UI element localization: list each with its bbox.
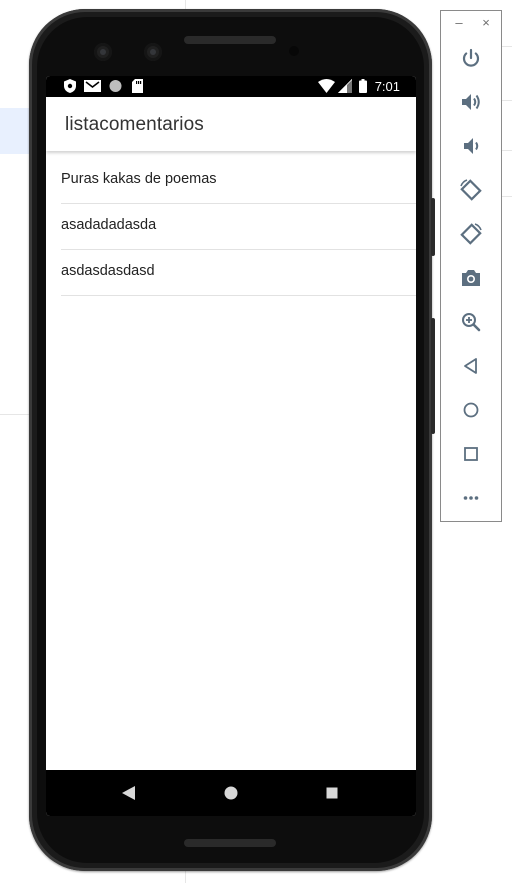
rotate-right-icon[interactable] <box>458 221 484 247</box>
list-item-text: asdasdasdasd <box>61 263 155 279</box>
list-item-text: asadadadasda <box>61 217 157 233</box>
battery-icon <box>359 79 367 93</box>
more-icon[interactable] <box>458 485 484 511</box>
background-divider <box>502 196 512 197</box>
background-divider <box>502 100 512 101</box>
power-icon[interactable] <box>458 45 484 71</box>
power-side-button[interactable] <box>431 198 435 256</box>
list-item[interactable]: asadadadasda <box>61 204 416 250</box>
list-item[interactable]: Puras kakas de poemas <box>61 158 416 204</box>
emulator-toolbar-titlebar: – × <box>441 11 501 37</box>
close-button[interactable]: × <box>479 16 493 30</box>
background-selected-row <box>0 108 30 154</box>
overview-icon[interactable] <box>458 441 484 467</box>
list-item-text: Puras kakas de poemas <box>61 171 217 187</box>
page-title: listacomentarios <box>65 114 204 135</box>
recents-square-icon <box>326 787 338 799</box>
clock-time: 7:01 <box>374 79 400 94</box>
back-triangle-icon <box>122 786 135 800</box>
background-divider <box>0 414 30 415</box>
status-bar: 7:01 <box>46 76 416 97</box>
volume-side-button[interactable] <box>431 318 435 434</box>
nav-home-button[interactable] <box>201 770 261 816</box>
volume-down-icon[interactable] <box>458 133 484 159</box>
proximity-sensor <box>289 46 299 56</box>
sd-card-icon <box>132 79 143 93</box>
nav-recents-button[interactable] <box>302 770 362 816</box>
home-icon[interactable] <box>458 397 484 423</box>
camera-icon[interactable] <box>458 265 484 291</box>
circle-status-icon <box>109 80 122 92</box>
home-circle-icon <box>224 786 238 800</box>
front-sensor <box>144 43 162 61</box>
emulator-toolbar: – × <box>440 10 502 522</box>
volume-up-icon[interactable] <box>458 89 484 115</box>
rotate-left-icon[interactable] <box>458 177 484 203</box>
list-item[interactable]: asdasdasdasd <box>61 250 416 296</box>
cell-signal-icon <box>338 79 352 93</box>
device-screen: 7:01 listacomentarios Puras kakas de poe… <box>46 76 416 816</box>
background-divider <box>502 150 512 151</box>
back-icon[interactable] <box>458 353 484 379</box>
background-divider <box>502 46 512 47</box>
top-speaker <box>184 36 276 44</box>
comment-list: Puras kakas de poemas asadadadasda asdas… <box>46 158 416 296</box>
minimize-button[interactable]: – <box>452 16 466 30</box>
navigation-bar <box>46 770 416 816</box>
wifi-icon <box>318 79 335 93</box>
nav-back-button[interactable] <box>98 770 158 816</box>
mail-icon <box>84 80 101 92</box>
shield-icon <box>64 79 76 93</box>
app-bar: listacomentarios <box>46 97 416 151</box>
front-camera <box>94 43 112 61</box>
zoom-icon[interactable] <box>458 309 484 335</box>
bottom-speaker <box>184 839 276 847</box>
